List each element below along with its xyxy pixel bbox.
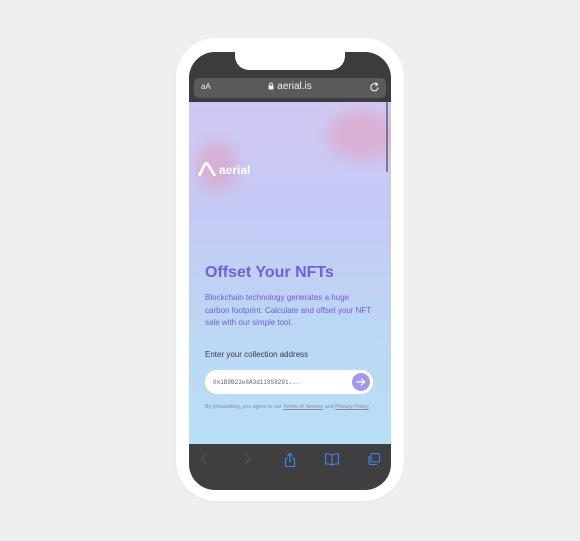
address-bar[interactable]: aA aerial.is	[194, 78, 386, 98]
terms-link[interactable]: Terms of Service	[283, 404, 323, 410]
browser-top-bar: aA aerial.is	[189, 52, 391, 102]
legal-and: and	[324, 404, 334, 410]
collection-address-field	[205, 370, 373, 394]
collection-address-label: Enter your collection address	[205, 350, 309, 359]
bookmarks-icon[interactable]	[324, 452, 340, 466]
reload-icon[interactable]	[369, 81, 380, 93]
browser-toolbar	[189, 444, 391, 490]
scrollbar[interactable]	[386, 102, 388, 172]
lock-icon	[268, 82, 274, 90]
forward-arrow-icon[interactable]	[242, 452, 252, 466]
hero-description: Blockchain technology generates a huge c…	[205, 293, 372, 327]
arrow-right-icon	[356, 378, 366, 386]
cloud-decoration	[327, 110, 391, 160]
page-content: aerial Offset Your NFTs Blockchain techn…	[189, 102, 391, 444]
brand-name[interactable]: aerial	[219, 163, 250, 177]
phone-notch	[235, 52, 345, 70]
page-title: Offset Your NFTs	[205, 264, 334, 281]
phone-screen: aA aerial.is aerial Offset Your NFTs Blo…	[189, 52, 391, 490]
privacy-link[interactable]: Privacy Policy	[335, 404, 369, 410]
submit-button[interactable]	[352, 373, 370, 391]
collection-address-input[interactable]	[213, 375, 343, 389]
share-icon[interactable]	[283, 452, 297, 468]
back-arrow-icon[interactable]	[199, 452, 209, 466]
aerial-logo-icon	[198, 162, 216, 176]
url-text: aerial.is	[277, 81, 312, 92]
tabs-icon[interactable]	[367, 452, 381, 466]
legal-notice: By proceeding, you agree to our Terms of…	[205, 403, 375, 412]
legal-prefix: By proceeding, you agree to our	[205, 404, 282, 410]
